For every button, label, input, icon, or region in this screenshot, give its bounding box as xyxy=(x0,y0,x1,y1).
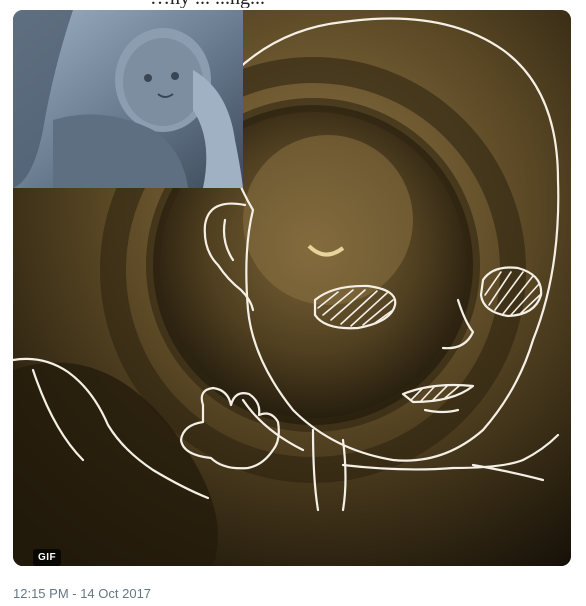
tweet-timestamp[interactable]: 12:15 PM - 14 Oct 2017 xyxy=(13,586,151,601)
inset-photo xyxy=(13,10,243,188)
cropped-caption: …ny ... ...ng... xyxy=(0,0,586,8)
caption-text: …ny ... ...ng... xyxy=(150,0,265,8)
gif-badge: GIF xyxy=(33,549,62,566)
gif-frame xyxy=(13,10,571,566)
gif-media-card[interactable]: GIF xyxy=(13,10,571,566)
